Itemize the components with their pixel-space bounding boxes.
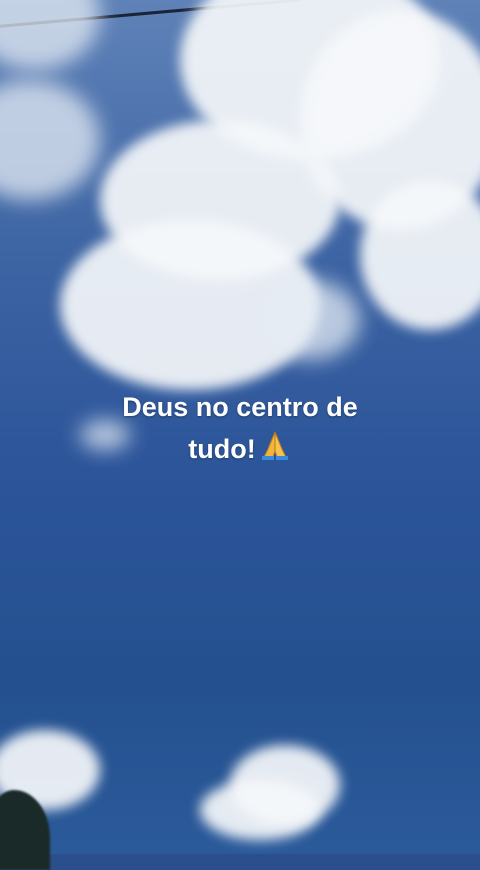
caption-line-2-text: tudo! [188, 434, 256, 464]
folded-hands-icon [258, 429, 292, 473]
caption-line-1: Deus no centro de [122, 392, 358, 422]
caption-line-2: tudo! [40, 428, 440, 473]
caption-text: Deus no centro de tudo! [40, 386, 440, 473]
